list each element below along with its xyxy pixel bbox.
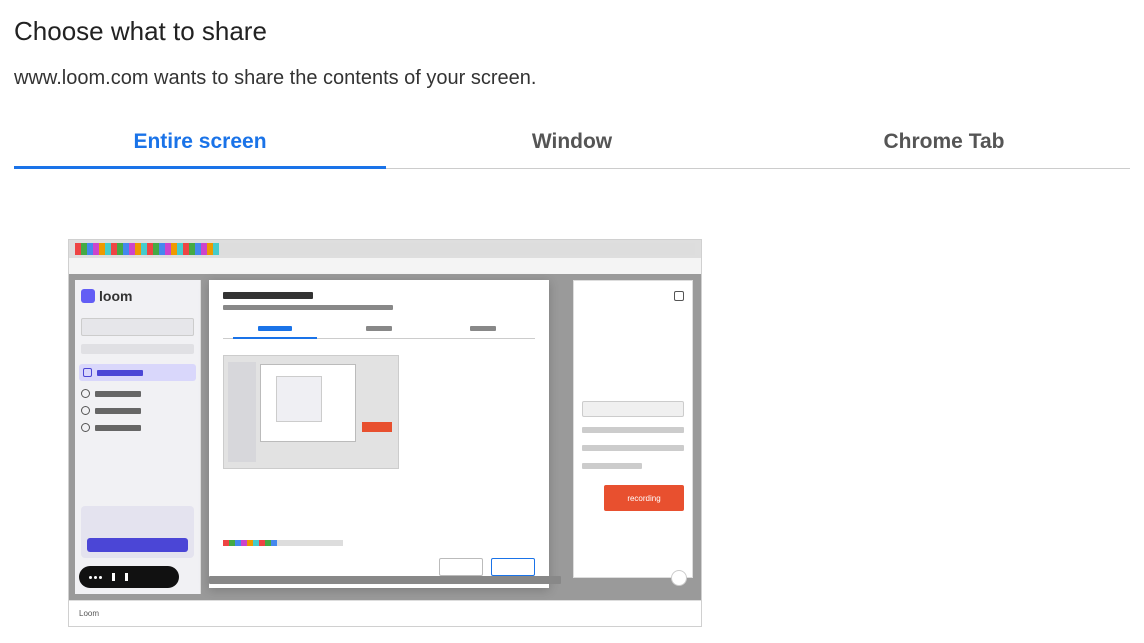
- thumb-nested-share-button: [491, 558, 535, 576]
- thumb-right-panel: recording: [573, 280, 693, 578]
- thumb-nested-strip: [223, 540, 343, 546]
- thumb-nested-cancel-button: [439, 558, 483, 576]
- thumb-sidebar-item-label: [97, 370, 143, 376]
- gear-icon: [81, 423, 90, 432]
- thumb-loom-sidebar: loom: [75, 280, 201, 594]
- thumb-panel-line: [582, 463, 642, 469]
- pause-icon: [112, 573, 115, 581]
- thumb-fab-icon: [671, 570, 687, 586]
- thumb-sidebar-item-label: [95, 391, 141, 397]
- screen-share-dialog: Choose what to share www.loom.com wants …: [0, 0, 1144, 627]
- thumb-body: loom: [69, 274, 701, 600]
- tab-entire-screen[interactable]: Entire screen: [14, 118, 386, 168]
- thumb-sidebar-row: [81, 344, 194, 354]
- thumb-taskbar: [69, 240, 701, 258]
- thumb-panel-select: [582, 401, 684, 417]
- thumb-sidebar-item-label: [95, 425, 141, 431]
- thumb-caption-bar: [209, 576, 561, 584]
- thumb-nested-subtitle: [223, 305, 393, 310]
- thumb-sidebar-item-active: [79, 364, 196, 381]
- thumb-sidebar-item: [81, 389, 194, 398]
- dialog-subtitle: www.loom.com wants to share the contents…: [14, 67, 1130, 90]
- thumb-nested-title: [223, 292, 313, 299]
- tab-content: loom: [14, 169, 1130, 627]
- thumb-sidebar-select: [81, 318, 194, 336]
- thumb-nested-buttons: [439, 558, 535, 576]
- screen-thumbnail[interactable]: loom: [68, 239, 702, 627]
- thumb-nested-tabs: [223, 324, 535, 339]
- thumb-loom-logo: loom: [75, 280, 200, 314]
- thumb-recording-pill: [79, 566, 179, 588]
- dialog-title: Choose what to share: [14, 16, 1130, 47]
- thumb-sidebar-item: [81, 406, 194, 415]
- thumb-nested-tab: [327, 324, 431, 338]
- thumb-sidebar-item-icon: [83, 368, 92, 377]
- thumb-nested-tab-active: [223, 324, 327, 338]
- tab-chrome-tab[interactable]: Chrome Tab: [758, 118, 1130, 168]
- thumb-sidebar-item-icon: [81, 389, 90, 398]
- thumb-footer: Loom: [69, 600, 701, 626]
- thumb-footer-text: Loom: [79, 609, 99, 618]
- thumb-panel-icon: [674, 291, 684, 301]
- tab-window[interactable]: Window: [386, 118, 758, 168]
- thumb-sidebar-item-icon: [81, 406, 90, 415]
- thumb-panel-line: [582, 427, 684, 433]
- thumb-pill-dots: [89, 576, 102, 579]
- thumb-nested-preview: [223, 355, 399, 469]
- loom-wordmark: loom: [99, 288, 132, 304]
- thumb-nested-tab: [431, 324, 535, 338]
- pause-icon: [125, 573, 128, 581]
- thumb-sidebar-item-label: [95, 408, 141, 414]
- thumb-sidebar-item: [81, 423, 194, 432]
- thumb-nested-dialog: [209, 280, 549, 588]
- loom-icon: [81, 289, 95, 303]
- thumb-sidebar-cta-button: [87, 538, 188, 552]
- thumb-browser-toolbar: [69, 258, 701, 274]
- thumb-start-recording-button: recording: [604, 485, 684, 511]
- share-source-tabs: Entire screen Window Chrome Tab: [14, 118, 1130, 169]
- thumb-panel-line: [582, 445, 684, 451]
